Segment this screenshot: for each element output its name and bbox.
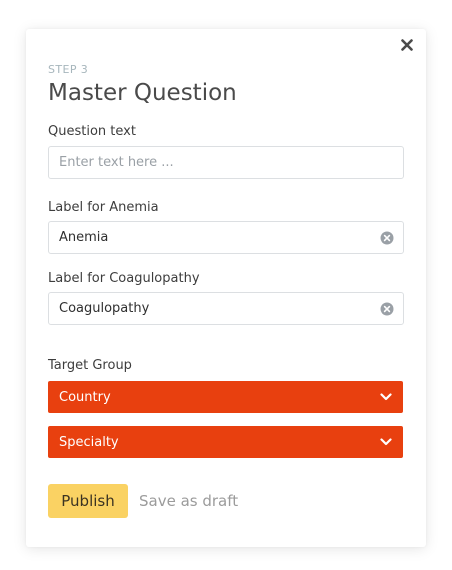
anemia-input-value: Anemia [59, 230, 109, 245]
question-text-label: Question text [48, 124, 136, 139]
close-button[interactable] [399, 37, 415, 53]
chevron-down-icon [379, 436, 392, 449]
question-text-input[interactable]: Enter text here ... [48, 146, 404, 179]
target-group-label: Target Group [48, 358, 132, 373]
coagulopathy-label: Label for Coagulopathy [48, 271, 200, 286]
clear-coagulopathy-button[interactable] [380, 302, 394, 316]
coagulopathy-input[interactable]: Coagulopathy [48, 292, 404, 325]
modal-title: Master Question [48, 80, 237, 106]
anemia-input[interactable]: Anemia [48, 221, 404, 254]
master-question-modal: STEP 3 Master Question Question text Ent… [26, 29, 426, 547]
clear-circle-icon [380, 231, 394, 244]
clear-anemia-button[interactable] [380, 231, 394, 245]
close-icon [401, 39, 413, 51]
coagulopathy-input-value: Coagulopathy [59, 301, 150, 316]
country-select[interactable]: Country [48, 381, 403, 413]
specialty-select-label: Specialty [59, 434, 119, 450]
anemia-label: Label for Anemia [48, 200, 159, 215]
clear-circle-icon [380, 302, 394, 315]
specialty-select[interactable]: Specialty [48, 426, 403, 458]
country-select-label: Country [59, 389, 111, 405]
publish-button[interactable]: Publish [48, 484, 128, 518]
save-as-draft-link[interactable]: Save as draft [139, 492, 238, 510]
chevron-down-icon [379, 391, 392, 404]
step-indicator: STEP 3 [48, 63, 89, 76]
question-text-placeholder: Enter text here ... [59, 155, 174, 170]
